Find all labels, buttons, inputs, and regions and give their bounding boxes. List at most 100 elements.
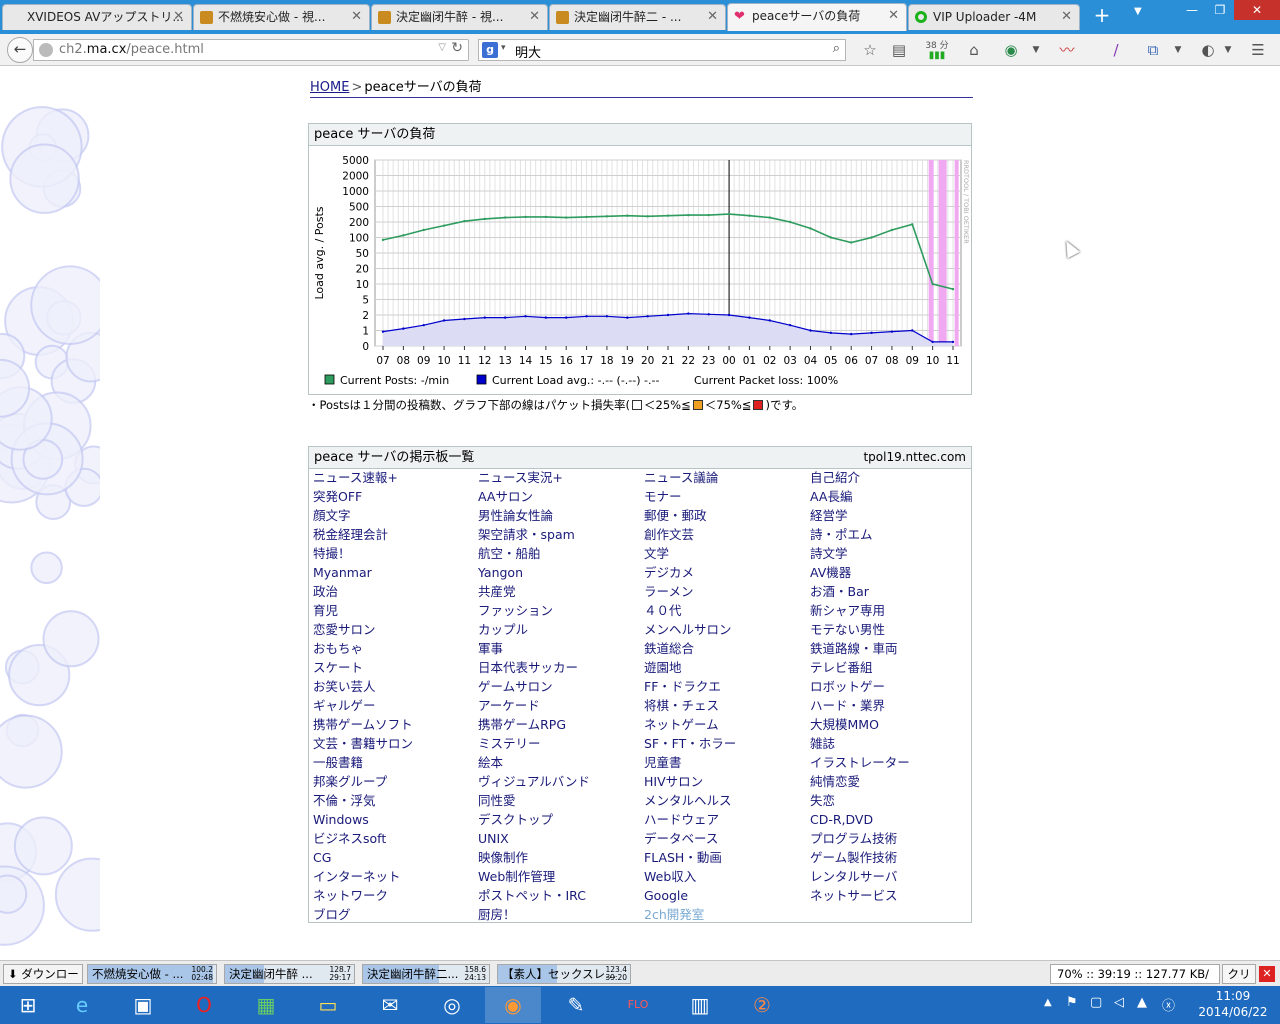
board-link[interactable]: ビジネスsoft [313, 830, 386, 848]
board-link[interactable]: プログラム技術 [810, 830, 897, 848]
board-link[interactable]: CD-R,DVD [810, 811, 873, 829]
back-arrow-icon[interactable]: ← [7, 37, 33, 63]
board-link[interactable]: データベース [644, 830, 718, 848]
board-link[interactable]: 詩文学 [810, 545, 848, 563]
close-icon[interactable]: ✕ [888, 4, 899, 28]
opera-icon[interactable]: O [176, 987, 232, 1023]
board-link[interactable]: 鉄道総合 [644, 640, 694, 658]
board-link[interactable]: 映像制作 [478, 849, 528, 867]
board-link[interactable]: レンタルサーバ [810, 868, 897, 886]
download-item[interactable]: 不燃焼安心做 - ... 100.2 02:48 [87, 964, 217, 984]
board-link[interactable]: ニュース実況+ [478, 469, 563, 487]
board-link[interactable]: ゲームサロン [478, 678, 553, 696]
feather-icon[interactable]: / [1106, 41, 1126, 61]
url-bar[interactable]: ch2.ma.cx/peace.html ▽ ↻ [33, 39, 469, 61]
2ch-browser-icon[interactable]: ② [734, 987, 790, 1023]
board-link[interactable]: 航空・船舶 [478, 545, 541, 563]
clock[interactable]: 11:09 2014/06/22 [1190, 988, 1276, 1020]
ie-icon[interactable]: e [54, 987, 110, 1023]
board-link[interactable]: Web収入 [644, 868, 696, 886]
board-link[interactable]: 絵本 [478, 754, 503, 772]
board-link[interactable]: 税金経理会計 [313, 526, 388, 544]
board-link[interactable]: 架空請求・spam [478, 526, 575, 544]
board-link[interactable]: 児童書 [644, 754, 682, 772]
safari-icon[interactable]: ◎ [424, 987, 480, 1023]
drive-icon[interactable]: ▲ [1137, 995, 1147, 1010]
thunderbird-icon[interactable]: ✉ [362, 987, 418, 1023]
search-bar[interactable]: g ▾ 明大 ⌕ [478, 39, 846, 61]
tab-peace-load[interactable]: ❤ peaceサーバの負荷 ✕ [727, 3, 907, 31]
board-link[interactable]: メンヘルサロン [644, 621, 732, 639]
board-link[interactable]: スケート [313, 659, 363, 677]
board-link[interactable]: 恋愛サロン [313, 621, 376, 639]
board-link[interactable]: デスクトップ [478, 811, 553, 829]
board-link[interactable]: SF・FT・ホラー [644, 735, 736, 753]
board-link[interactable]: 特撮！ [313, 545, 351, 563]
board-link[interactable]: AA長編 [810, 488, 852, 506]
board-link[interactable]: AAサロン [478, 488, 533, 506]
search-input[interactable]: 明大 [515, 42, 541, 61]
board-link[interactable]: 純情恋愛 [810, 773, 860, 791]
board-link[interactable]: カップル [478, 621, 528, 639]
board-link[interactable]: 創作文芸 [644, 526, 694, 544]
board-link[interactable]: 2ch開発室 [644, 906, 704, 924]
home-icon[interactable]: ⌂ [964, 41, 984, 61]
tab-list-chevron-icon[interactable]: ▼ [1134, 6, 1142, 17]
board-link[interactable]: 厨房！ [478, 906, 516, 924]
menu-icon[interactable]: ☰ [1248, 41, 1268, 61]
graduation-cap-icon[interactable]: ✎ [548, 987, 604, 1023]
chart-addon-icon[interactable]: 〰 [1057, 41, 1077, 61]
board-link[interactable]: 遊園地 [644, 659, 682, 677]
board-link[interactable]: Windows [313, 811, 369, 829]
breadcrumb-home-link[interactable]: HOME [310, 80, 349, 95]
board-link[interactable]: お酒・Bar [810, 583, 869, 601]
tab-vip-uploader[interactable]: VIP Uploader -4M ✕ [908, 4, 1080, 30]
close-icon[interactable]: ✕ [1259, 966, 1275, 982]
search-icon[interactable]: ⌕ [833, 41, 840, 56]
board-link[interactable]: ロボットゲー [810, 678, 885, 696]
board-link[interactable]: 顔文字 [313, 507, 351, 525]
url-history-chevron-icon[interactable]: ▽ [438, 42, 446, 53]
board-link[interactable]: イラストレーター [810, 754, 910, 772]
flag-icon[interactable]: ⚑ [1066, 995, 1078, 1010]
store-icon[interactable]: ▦ [238, 987, 294, 1023]
color-wheel-icon[interactable]: ◐ [1198, 41, 1218, 61]
board-link[interactable]: 不倫・浮気 [313, 792, 376, 810]
board-link[interactable]: 政治 [313, 583, 338, 601]
board-link[interactable]: Web制作管理 [478, 868, 555, 886]
color-chevron-icon[interactable]: ▼ [1218, 41, 1238, 61]
window-close-icon[interactable]: ✕ [1234, 0, 1280, 20]
board-link[interactable]: 鉄道路線・車両 [810, 640, 898, 658]
minimize-icon[interactable]: — [1178, 0, 1206, 20]
board-link[interactable]: ポストペット・IRC [478, 887, 586, 905]
board-link[interactable]: 経営学 [810, 507, 848, 525]
board-link[interactable]: 将棋・チェス [644, 697, 719, 715]
board-link[interactable]: インターネット [313, 868, 401, 886]
board-link[interactable]: ヴィジュアルバンド [478, 773, 590, 791]
flo-icon[interactable]: FLO [610, 987, 666, 1023]
board-link[interactable]: FLASH・動画 [644, 849, 722, 867]
board-link[interactable]: Myanmar [313, 564, 372, 582]
new-tab-button[interactable]: + [1090, 4, 1114, 28]
board-link[interactable]: Google [644, 887, 688, 905]
board-link[interactable]: 携帯ゲームRPG [478, 716, 566, 734]
board-link[interactable]: Yangon [478, 564, 523, 582]
board-link[interactable]: 突発OFF [313, 488, 362, 506]
tray-chevron-icon[interactable]: ▲ [1044, 997, 1052, 1008]
board-link[interactable]: おもちゃ [313, 640, 363, 658]
close-icon[interactable]: ✕ [173, 5, 184, 29]
bookmark-star-icon[interactable]: ☆ [860, 41, 880, 61]
timer-badge[interactable]: 38 分 ▮▮▮ [922, 41, 952, 61]
board-link[interactable]: 同性愛 [478, 792, 516, 810]
board-link[interactable]: お笑い芸人 [313, 678, 376, 696]
board-link[interactable]: 共産党 [478, 583, 516, 601]
board-link[interactable]: 邦楽グループ [313, 773, 387, 791]
board-link[interactable]: ニュース速報+ [313, 469, 398, 487]
board-link[interactable]: 文学 [644, 545, 669, 563]
board-link[interactable]: ギャルゲー [313, 697, 376, 715]
globe-addon-icon[interactable]: ◉ [1001, 41, 1021, 61]
board-link[interactable]: 失恋 [810, 792, 835, 810]
close-icon[interactable]: ✕ [529, 5, 540, 29]
board-link[interactable]: 軍事 [478, 640, 503, 658]
maxthon-icon[interactable]: ▣ [115, 987, 171, 1023]
